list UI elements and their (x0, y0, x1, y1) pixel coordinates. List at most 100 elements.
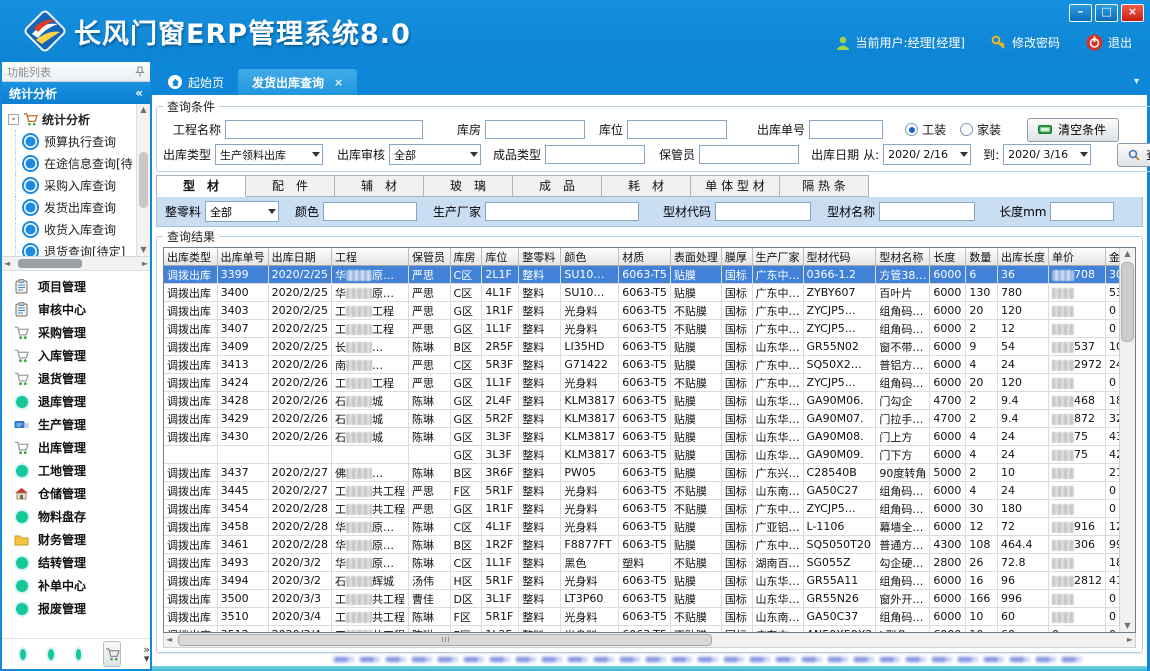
material-tab[interactable]: 型 材 (156, 175, 246, 197)
location-input[interactable] (627, 120, 727, 139)
material-tab[interactable]: 隔 热 条 (780, 175, 869, 197)
column-header[interactable]: 出库日期 (268, 248, 331, 266)
dot-icon[interactable] (20, 649, 26, 660)
column-header[interactable]: 生产厂家 (752, 248, 803, 266)
pin-icon[interactable] (135, 66, 145, 77)
table-row[interactable]: 调拨出库35002020/3/3工共工程曹佳D区3L1F整料LT3P606063… (164, 590, 1135, 608)
table-row[interactable]: 调拨出库34242020/2/26工工程严思G区1L1F整料光身料6063-T5… (164, 374, 1135, 392)
column-header[interactable]: 材质 (619, 248, 671, 266)
date-from-picker[interactable]: 2020/ 2/16 (883, 144, 971, 165)
tab-shipping-outbound-query[interactable]: 发货出库查询 × (238, 69, 357, 95)
grid-vertical-scrollbar[interactable]: ▲ ▼ (1119, 248, 1135, 632)
sidebar-item-项目管理[interactable]: 项目管理 (2, 275, 150, 298)
column-header[interactable]: 整零料 (519, 248, 561, 266)
radio-industrial[interactable]: 工装 (905, 121, 946, 138)
profile-code-input[interactable] (715, 202, 811, 221)
sidebar-item-采购管理[interactable]: 采购管理 (2, 321, 150, 344)
sidebar-item-物料盘存[interactable]: 物料盘存 (2, 505, 150, 528)
scroll-right-icon[interactable]: ► (1127, 634, 1133, 646)
dot-icon[interactable] (48, 649, 54, 660)
sidebar-item-报废管理[interactable]: 报废管理 (2, 597, 150, 620)
sidebar-item-补单中心[interactable]: 补单中心 (2, 574, 150, 597)
column-header[interactable]: 型材名称 (876, 248, 930, 266)
material-tab[interactable]: 配 件 (246, 175, 335, 197)
logout-button[interactable]: 退出 (1086, 34, 1132, 51)
scroll-up-icon[interactable]: ▲ (1124, 248, 1130, 260)
table-row[interactable]: G区3L3F整料KLM38176063-T5贴膜国标山东华…GA90M09.门下… (164, 446, 1135, 464)
tabbar-dropdown-icon[interactable]: ▾ (1134, 76, 1139, 87)
dot-icon[interactable] (76, 649, 82, 660)
tree-expander-icon[interactable]: - (8, 114, 19, 125)
scroll-thumb[interactable] (139, 152, 148, 208)
table-row[interactable]: 调拨出库34612020/2/28华原…陈琳B区1R2F整料F8877FT606… (164, 536, 1135, 554)
warehouse-input[interactable] (485, 120, 585, 139)
tab-home[interactable]: 起始页 (154, 69, 238, 95)
tab-close-icon[interactable]: × (334, 76, 343, 89)
tree-horizontal-scrollbar[interactable]: ◄ ► (2, 257, 150, 271)
cart-tool-button[interactable] (103, 641, 121, 667)
sidebar-item-退库管理[interactable]: 退库管理 (2, 390, 150, 413)
tree-item[interactable]: 采购入库查询 (8, 174, 148, 196)
scroll-thumb[interactable] (18, 259, 82, 268)
table-row[interactable]: 调拨出库34032020/2/25工工程严思G区1R1F整料光身料6063-T5… (164, 302, 1135, 320)
change-password-button[interactable]: 修改密码 (991, 34, 1060, 51)
table-row-selected[interactable]: 调拨出库33992020/2/25华原…严思C区2L1F整料SU10…6063-… (164, 266, 1135, 284)
grid-horizontal-scrollbar[interactable]: ◄ ► (163, 633, 1136, 648)
column-header[interactable]: 数量 (966, 248, 998, 266)
sidebar-item-出库管理[interactable]: 出库管理 (2, 436, 150, 459)
color-input[interactable] (323, 202, 417, 221)
table-row[interactable]: 调拨出库34132020/2/26南…严思C区5R3F整料G714226063-… (164, 356, 1135, 374)
product-type-input[interactable] (545, 145, 645, 164)
scroll-left-icon[interactable]: ◄ (166, 634, 172, 646)
scroll-down-icon[interactable]: ▼ (140, 244, 146, 256)
material-tab[interactable]: 单 体 型 材 (691, 175, 780, 197)
column-header[interactable]: 单价 (1048, 248, 1105, 266)
sidebar-item-财务管理[interactable]: 财务管理 (2, 528, 150, 551)
collapse-icon[interactable]: « (135, 86, 143, 100)
column-header[interactable]: 保管员 (409, 248, 451, 266)
table-row[interactable]: 调拨出库34072020/2/25工工程严思G区1L1F整料光身料6063-T5… (164, 320, 1135, 338)
profile-name-input[interactable] (879, 202, 975, 221)
scroll-down-icon[interactable]: ▼ (1124, 620, 1130, 632)
table-row[interactable]: 调拨出库35102020/3/4工共工程陈琳F区5R1F整料光身料6063-T5… (164, 608, 1135, 626)
scroll-right-icon[interactable]: ► (142, 258, 148, 270)
tree-item[interactable]: 在途信息查询[待 (8, 152, 148, 174)
column-header[interactable]: 型材代码 (803, 248, 876, 266)
material-tab[interactable]: 玻 璃 (424, 175, 513, 197)
date-to-picker[interactable]: 2020/ 3/16 (1003, 144, 1091, 165)
table-row[interactable]: 调拨出库34282020/2/26石城陈琳G区2L4F整料KLM38176063… (164, 392, 1135, 410)
search-button[interactable]: 查 询 (1117, 143, 1150, 167)
tree-item[interactable]: 发货出库查询 (8, 196, 148, 218)
audit-select[interactable]: 全部 (389, 144, 481, 165)
category-header[interactable]: 统计分析 « (2, 82, 150, 104)
column-header[interactable]: 膜厚 (721, 248, 752, 266)
table-row[interactable]: 调拨出库34452020/2/27工共工程严思F区5R1F整料光身料6063-T… (164, 482, 1135, 500)
factory-input[interactable] (485, 202, 639, 221)
column-header[interactable]: 库位 (482, 248, 519, 266)
scroll-left-icon[interactable]: ◄ (4, 258, 10, 270)
order-no-input[interactable] (809, 120, 883, 139)
scroll-thumb[interactable] (1121, 262, 1134, 342)
column-header[interactable]: 长度 (930, 248, 966, 266)
table-row[interactable]: 调拨出库34582020/2/28华原…陈琳C区4L1F整料光身料6063-T5… (164, 518, 1135, 536)
table-row[interactable]: 调拨出库34292020/2/26石城陈琳G区5R2F整料KLM38176063… (164, 410, 1135, 428)
table-row[interactable]: 调拨出库34372020/2/27佛…陈琳B区3R6F整料PW056063-T5… (164, 464, 1135, 482)
material-tab[interactable]: 耗 材 (602, 175, 691, 197)
column-header[interactable]: 工程 (332, 248, 409, 266)
scroll-up-icon[interactable]: ▲ (140, 104, 146, 116)
whole-part-select[interactable]: 全部 (205, 201, 279, 222)
sidebar-item-工地管理[interactable]: 工地管理 (2, 459, 150, 482)
sidebar-item-退货管理[interactable]: 退货管理 (2, 367, 150, 390)
tree-item[interactable]: 收货入库查询 (8, 218, 148, 240)
tree-root[interactable]: - 统计分析 (8, 108, 148, 130)
sidebar-item-生产管理[interactable]: 生产管理 (2, 413, 150, 436)
keeper-input[interactable] (699, 145, 799, 164)
tree-vertical-scrollbar[interactable]: ▲ ▼ (136, 104, 150, 256)
column-header[interactable]: 出库长度 (997, 248, 1048, 266)
column-header[interactable]: 表面处理 (670, 248, 721, 266)
radio-home[interactable]: 家装 (960, 121, 1001, 138)
maximize-button[interactable]: □ (1095, 4, 1118, 22)
project-name-input[interactable] (225, 120, 423, 139)
table-row[interactable]: 调拨出库34302020/2/26石城陈琳G区3L3F整料KLM38176063… (164, 428, 1135, 446)
tree-item[interactable]: 退货查询[待定] (8, 240, 148, 257)
